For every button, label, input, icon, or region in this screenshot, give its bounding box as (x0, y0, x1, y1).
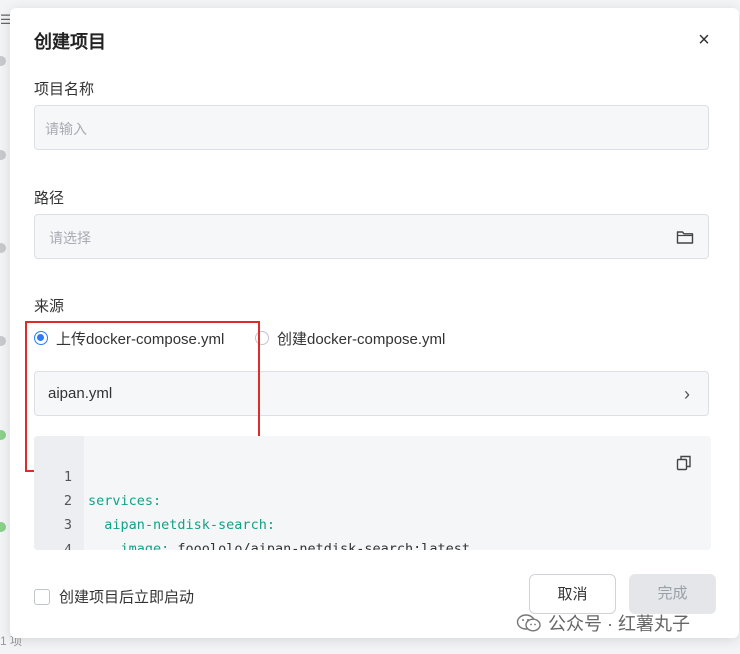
radio-upload-label: 上传docker-compose.yml (56, 330, 225, 348)
checkbox-label: 创建项目后立即启动 (59, 589, 195, 606)
close-icon[interactable]: × (694, 30, 714, 50)
radio-checked-icon (34, 331, 48, 345)
project-name-placeholder: 请输入 (45, 121, 87, 137)
source-label: 来源 (34, 298, 65, 315)
project-name-input[interactable]: 请输入 (34, 105, 709, 150)
status-dot (0, 243, 6, 253)
radio-create-compose[interactable]: 创建docker-compose.yml (255, 328, 445, 348)
watermark-text: 公众号 · 红薯丸子 (548, 614, 690, 634)
folder-icon[interactable] (676, 228, 694, 246)
cancel-button[interactable]: 取消 (529, 574, 616, 614)
radio-unchecked-icon (255, 331, 269, 345)
compose-file-select[interactable]: aipan.yml › (34, 371, 709, 416)
chevron-right-icon: › (684, 384, 690, 404)
yaml-value: fooololo/aipan-netdisk-search:latest (169, 541, 471, 550)
status-dot (0, 56, 6, 66)
status-dot (0, 336, 6, 346)
radio-create-label: 创建docker-compose.yml (277, 330, 446, 348)
create-project-dialog: 创建项目 × 项目名称 请输入 路径 请选择 来源 上传docker-compo… (10, 8, 739, 638)
project-name-label: 项目名称 (34, 81, 95, 98)
compose-code-editor[interactable]: 1 services: 2 aipan-netdisk-search: 3 im… (34, 436, 711, 550)
yaml-key: image: (120, 541, 170, 550)
watermark: 公众号 · 红薯丸子 (516, 610, 690, 636)
finish-button[interactable]: 完成 (629, 574, 716, 614)
yaml-key: aipan-netdisk-search: (104, 517, 275, 533)
path-input[interactable]: 请选择 (34, 214, 709, 259)
code-line: 1 services: (34, 441, 161, 509)
radio-upload-compose[interactable]: 上传docker-compose.yml (34, 328, 224, 348)
code-line: 4 container_name: aipan-netdisk-search (34, 514, 83, 550)
code-line: 3 image: fooololo/aipan-netdisk-search:l… (34, 489, 470, 550)
dialog-title: 创建项目 (34, 32, 106, 52)
start-after-create-checkbox[interactable]: 创建项目后立即启动 (34, 586, 194, 607)
wechat-icon (516, 614, 541, 632)
checkbox-box (34, 588, 50, 605)
status-dot (0, 430, 6, 440)
copy-icon[interactable] (675, 454, 693, 472)
code-line: 2 aipan-netdisk-search: (34, 465, 275, 533)
path-label: 路径 (34, 190, 65, 207)
status-dot (0, 150, 6, 160)
path-placeholder: 请选择 (49, 230, 91, 246)
yaml-key: services: (88, 493, 162, 509)
compose-file-value: aipan.yml (48, 385, 113, 402)
code-line: 5 network_mode: bridge (34, 538, 83, 550)
status-dot (0, 522, 6, 532)
